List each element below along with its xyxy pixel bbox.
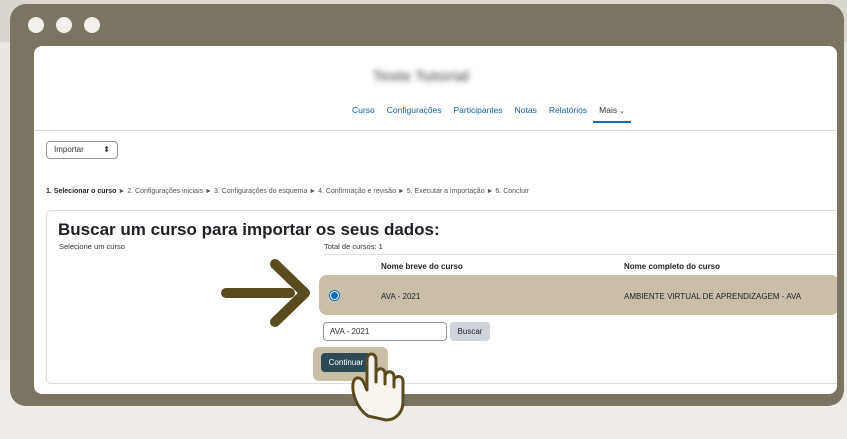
annotation-overlay <box>221 259 405 422</box>
hand-pointer-icon <box>351 352 405 422</box>
arrow-right-icon <box>221 259 310 327</box>
